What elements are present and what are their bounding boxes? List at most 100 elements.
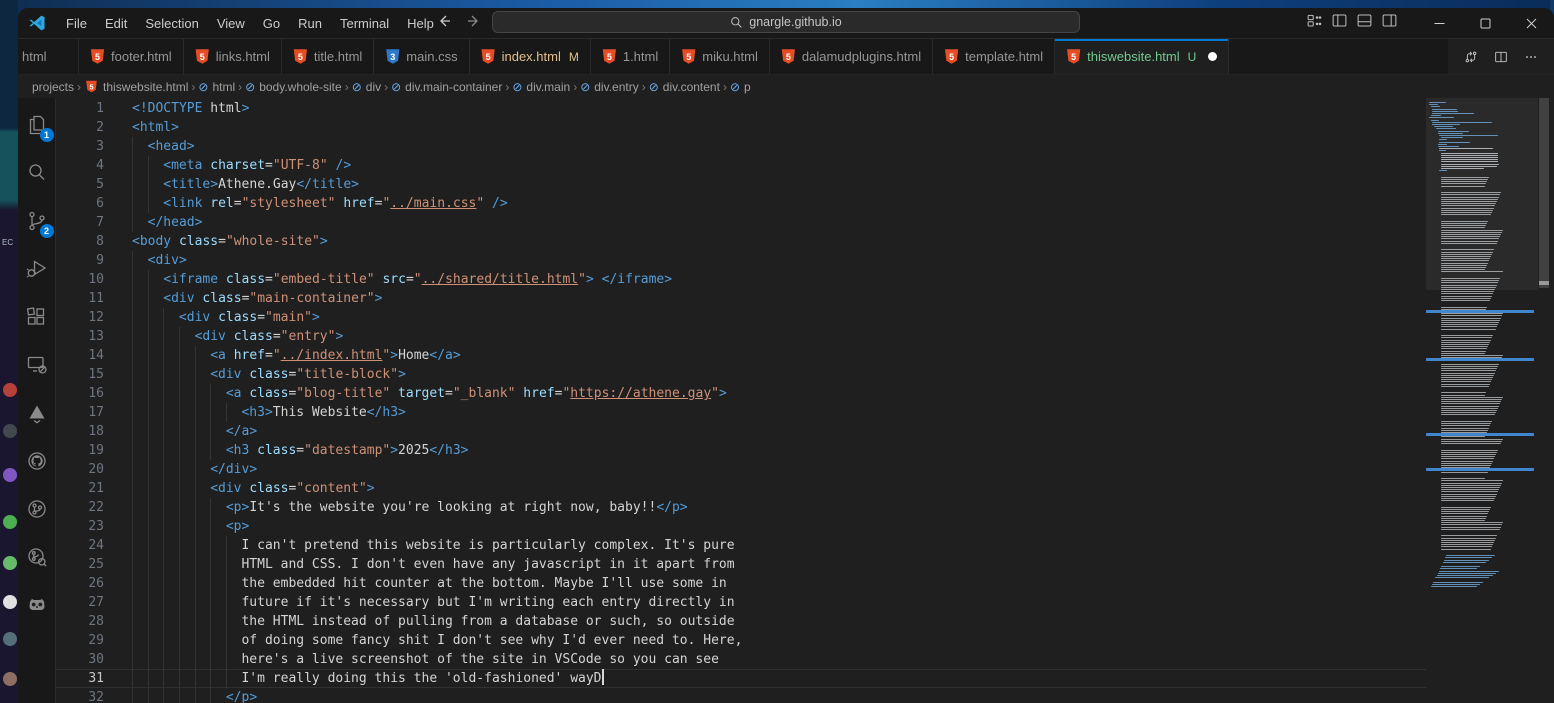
line-number[interactable]: 22 — [56, 498, 104, 517]
tab-1.html[interactable]: 51.html — [591, 39, 670, 74]
code-line[interactable]: 4<meta charset="UTF-8" /> — [56, 156, 1426, 175]
split-editor-icon[interactable] — [1488, 44, 1514, 70]
scrollbar-thumb[interactable] — [1539, 98, 1549, 288]
breadcrumb-item-div[interactable]: ⊘div — [352, 80, 381, 94]
menu-item-terminal[interactable]: Terminal — [332, 13, 397, 34]
activity-bar-source-control-icon[interactable]: 2 — [21, 204, 53, 238]
line-number[interactable]: 23 — [56, 517, 104, 536]
line-number[interactable]: 29 — [56, 631, 104, 650]
line-number[interactable]: 2 — [56, 118, 104, 137]
code-line[interactable]: 10<iframe class="embed-title" src="../sh… — [56, 270, 1426, 289]
code-line[interactable]: 2<html> — [56, 118, 1426, 137]
line-number[interactable]: 28 — [56, 612, 104, 631]
tab-main.css[interactable]: 3main.css — [374, 39, 469, 74]
line-number[interactable]: 11 — [56, 289, 104, 308]
code-line[interactable]: 22<p>It's the website you're looking at … — [56, 498, 1426, 517]
toggle-secondary-sidebar-icon[interactable] — [1381, 12, 1398, 34]
tab-dalamudplugins.html[interactable]: 5dalamudplugins.html — [770, 39, 933, 74]
breadcrumb-item-div.content[interactable]: ⊘div.content — [649, 80, 720, 94]
tab-template.html[interactable]: 5template.html — [933, 39, 1055, 74]
activity-bar-search-icon[interactable] — [21, 156, 53, 190]
breadcrumb-item-p[interactable]: ⊘p — [730, 80, 751, 94]
maximize-button[interactable] — [1462, 8, 1508, 38]
tab-footer.html[interactable]: 5footer.html — [79, 39, 184, 74]
menu-item-selection[interactable]: Selection — [137, 13, 206, 34]
line-number[interactable]: 25 — [56, 555, 104, 574]
line-number[interactable]: 26 — [56, 574, 104, 593]
code-line[interactable]: 6<link rel="stylesheet" href="../main.cs… — [56, 194, 1426, 213]
activity-bar-godot-tools-icon[interactable] — [21, 588, 53, 622]
line-number[interactable]: 30 — [56, 650, 104, 669]
code-line[interactable]: 12<div class="main"> — [56, 308, 1426, 327]
activity-bar-gitlens-inspect-icon[interactable] — [21, 540, 53, 574]
line-number[interactable]: 32 — [56, 688, 104, 703]
code-line[interactable]: 7</head> — [56, 213, 1426, 232]
code-editor[interactable]: 1<!DOCTYPE html>2<html>3<head>4<meta cha… — [56, 98, 1554, 703]
activity-bar-gitlens-icon[interactable] — [21, 492, 53, 526]
code-line[interactable]: 13<div class="entry"> — [56, 327, 1426, 346]
line-number[interactable]: 31 — [56, 669, 104, 688]
code-line[interactable]: 1<!DOCTYPE html> — [56, 99, 1426, 118]
code-line[interactable]: 18</a> — [56, 422, 1426, 441]
menu-item-edit[interactable]: Edit — [97, 13, 135, 34]
line-number[interactable]: 3 — [56, 137, 104, 156]
menu-item-view[interactable]: View — [209, 13, 253, 34]
tab-miku.html[interactable]: 5miku.html — [670, 39, 770, 74]
code-line[interactable]: 15<div class="title-block"> — [56, 365, 1426, 384]
breadcrumb-item-projects[interactable]: projects — [32, 80, 74, 94]
breadcrumb-item-thiswebsite.html[interactable]: 5thiswebsite.html — [84, 79, 188, 94]
minimap[interactable] — [1426, 98, 1538, 703]
activity-bar-github-icon[interactable] — [21, 444, 53, 478]
line-number[interactable]: 16 — [56, 384, 104, 403]
line-number[interactable]: 17 — [56, 403, 104, 422]
line-number[interactable]: 7 — [56, 213, 104, 232]
code-line[interactable]: 16<a class="blog-title" target="_blank" … — [56, 384, 1426, 403]
line-number[interactable]: 6 — [56, 194, 104, 213]
toggle-panel-icon[interactable] — [1356, 12, 1373, 34]
code-line[interactable]: 32</p> — [56, 688, 1426, 703]
activity-bar-triangle-a-extension-icon[interactable] — [21, 396, 53, 430]
code-line[interactable]: 30here's a live screenshot of the site i… — [56, 650, 1426, 669]
code-line[interactable]: 9<div> — [56, 251, 1426, 270]
line-number[interactable]: 19 — [56, 441, 104, 460]
code-line[interactable]: 8<body class="whole-site"> — [56, 232, 1426, 251]
code-line[interactable]: 20</div> — [56, 460, 1426, 479]
menu-item-run[interactable]: Run — [290, 13, 330, 34]
code-line[interactable]: 3<head> — [56, 137, 1426, 156]
breadcrumb-item-div.entry[interactable]: ⊘div.entry — [580, 80, 639, 94]
toggle-primary-sidebar-icon[interactable] — [1331, 12, 1348, 34]
code-line[interactable]: 27future if it's necessary but I'm writi… — [56, 593, 1426, 612]
line-number[interactable]: 10 — [56, 270, 104, 289]
nav-forward-button[interactable] — [466, 13, 482, 34]
code-line[interactable]: 23<p> — [56, 517, 1426, 536]
code-line[interactable]: 17<h3>This Website</h3> — [56, 403, 1426, 422]
code-line[interactable]: 11<div class="main-container"> — [56, 289, 1426, 308]
code-line[interactable]: 31I'm really doing this the 'old-fashion… — [56, 669, 1426, 688]
code-line[interactable]: 19<h3 class="datestamp">2025</h3> — [56, 441, 1426, 460]
activity-bar-extensions-icon[interactable] — [21, 300, 53, 334]
vertical-scrollbar[interactable] — [1538, 98, 1550, 703]
line-number[interactable]: 12 — [56, 308, 104, 327]
line-number[interactable]: 14 — [56, 346, 104, 365]
code-line[interactable]: 26the embedded hit counter at the bottom… — [56, 574, 1426, 593]
menu-item-file[interactable]: File — [58, 13, 95, 34]
unsaved-dot-icon[interactable] — [1208, 52, 1217, 61]
tab-thiswebsite.html[interactable]: 5thiswebsite.htmlU — [1055, 39, 1229, 74]
customize-layout-icon[interactable] — [1306, 12, 1323, 34]
tab-links.html[interactable]: 5links.html — [184, 39, 282, 74]
breadcrumb-item-body.whole-site[interactable]: ⊘body.whole-site — [245, 80, 342, 94]
line-number[interactable]: 1 — [56, 99, 104, 118]
line-number[interactable]: 5 — [56, 175, 104, 194]
minimize-button[interactable] — [1416, 8, 1462, 38]
code-line[interactable]: 29of doing some fancy shit I don't see w… — [56, 631, 1426, 650]
activity-bar-run-and-debug-icon[interactable] — [21, 252, 53, 286]
line-number[interactable]: 13 — [56, 327, 104, 346]
line-number[interactable]: 27 — [56, 593, 104, 612]
line-number[interactable]: 18 — [56, 422, 104, 441]
command-center[interactable]: gnargle.github.io — [492, 11, 1080, 33]
line-number[interactable]: 20 — [56, 460, 104, 479]
code-line[interactable]: 14<a href="../index.html">Home</a> — [56, 346, 1426, 365]
code-line[interactable]: 24I can't pretend this website is partic… — [56, 536, 1426, 555]
more-actions-icon[interactable] — [1518, 44, 1544, 70]
breadcrumb-item-div.main-container[interactable]: ⊘div.main-container — [391, 80, 502, 94]
